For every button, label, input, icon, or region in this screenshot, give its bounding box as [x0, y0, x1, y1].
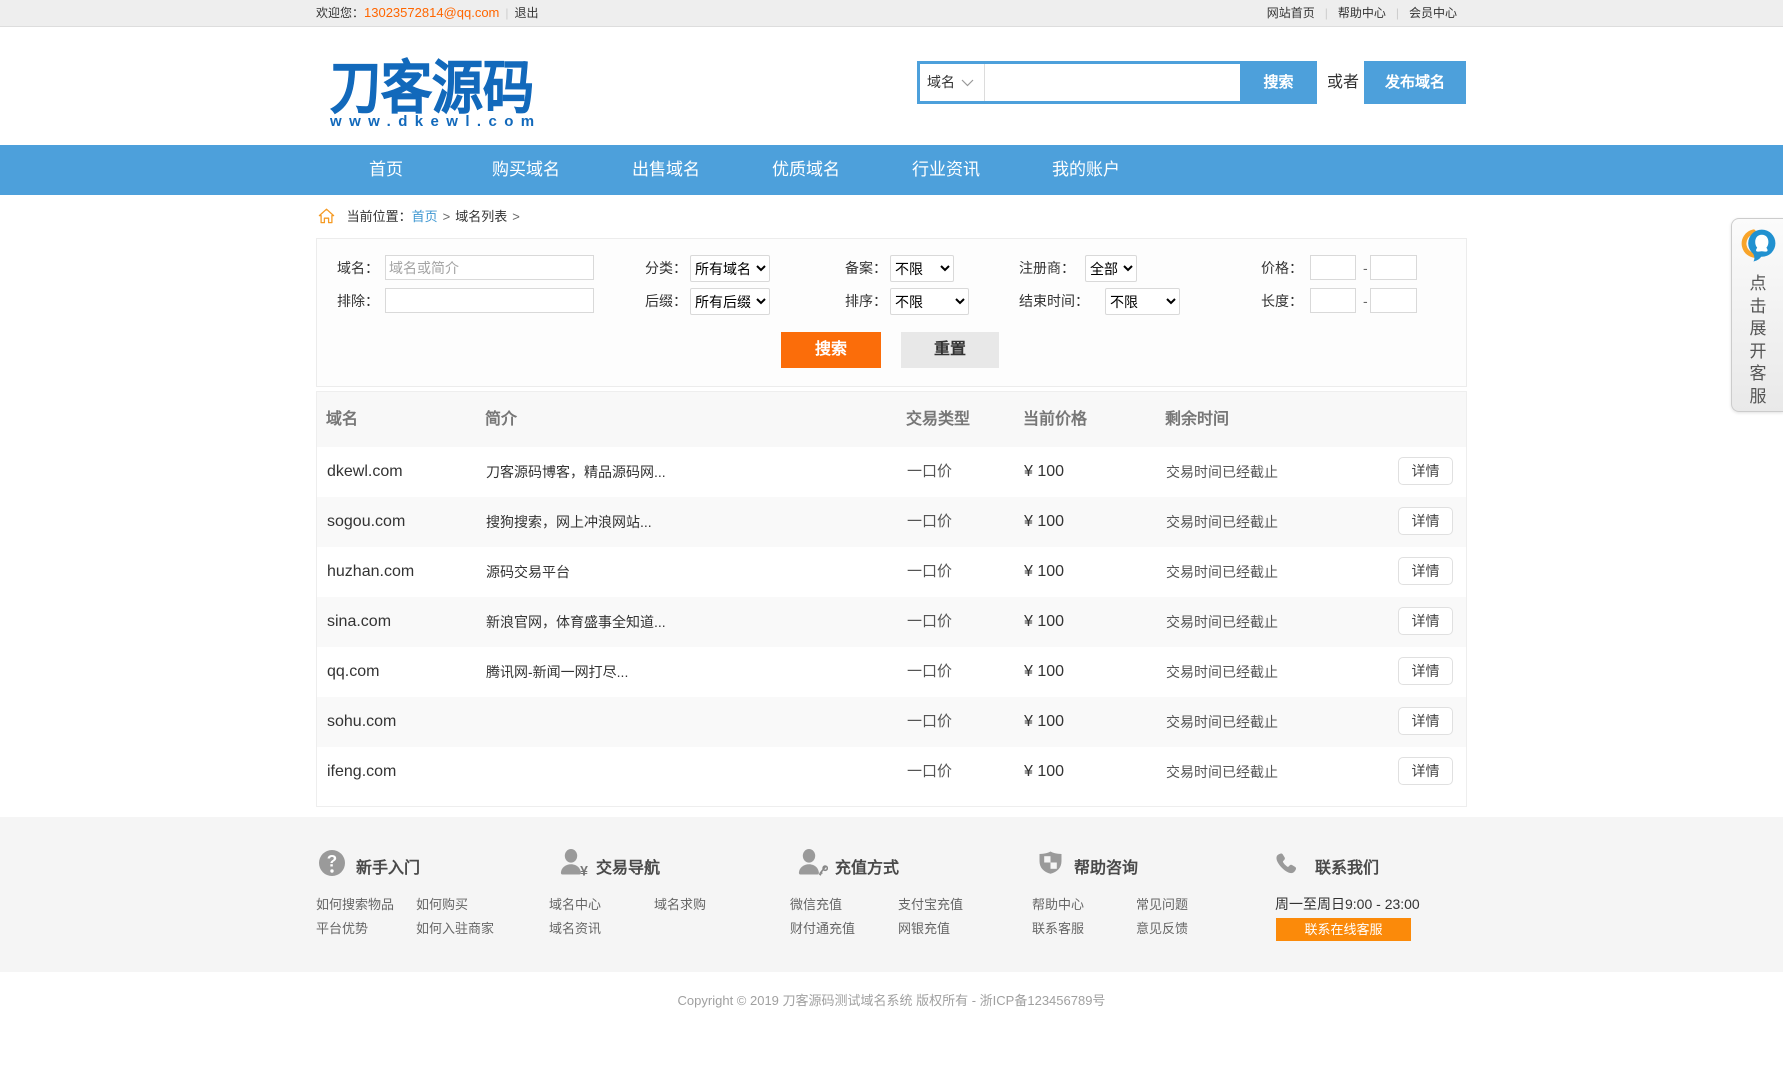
svg-text:¥: ¥ — [580, 863, 588, 877]
svg-text:?: ? — [327, 852, 337, 871]
